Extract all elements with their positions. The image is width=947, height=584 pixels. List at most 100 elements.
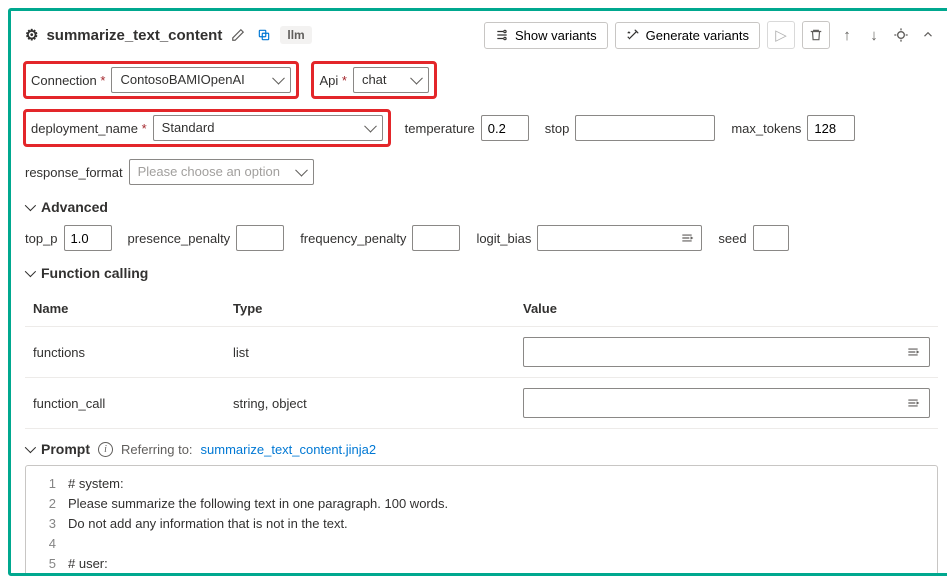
- node-title: summarize_text_content: [46, 27, 222, 44]
- advanced-row: top_p presence_penalty frequency_penalty…: [25, 225, 938, 251]
- seed-field: seed: [718, 225, 788, 251]
- deployment-field: deployment_name * Standard: [25, 111, 389, 145]
- node-header: summarize_text_content llm Show variants…: [25, 21, 938, 49]
- prompt-toggle[interactable]: Prompt: [25, 441, 90, 457]
- advanced-toggle[interactable]: Advanced: [25, 199, 938, 215]
- max-tokens-label: max_tokens: [731, 121, 801, 136]
- fc-type-0: list: [225, 327, 515, 378]
- connection-value: ContosoBAMIOpenAI: [120, 72, 244, 88]
- presence-penalty-field: presence_penalty: [128, 225, 285, 251]
- code-line: Text: {{text}}: [68, 574, 137, 576]
- fc-name-1: function_call: [25, 378, 225, 429]
- expand-editor-icon: [679, 231, 695, 245]
- line-number: 5: [26, 554, 68, 574]
- prompt-title: Prompt: [41, 441, 90, 457]
- table-row: function_call string, object: [25, 378, 938, 429]
- col-value: Value: [515, 291, 938, 327]
- seed-label: seed: [718, 231, 746, 246]
- frequency-penalty-input[interactable]: [412, 225, 460, 251]
- show-variants-label: Show variants: [515, 28, 597, 43]
- line-number: 2: [26, 494, 68, 514]
- response-format-field: response_format Please choose an option: [25, 159, 314, 185]
- copy-icon[interactable]: [254, 25, 274, 45]
- max-tokens-input[interactable]: [807, 115, 855, 141]
- node-panel: summarize_text_content llm Show variants…: [8, 8, 947, 576]
- node-type-icon: [25, 26, 40, 44]
- function-calling-toggle[interactable]: Function calling: [25, 265, 938, 281]
- fc-type-1: string, object: [225, 378, 515, 429]
- deployment-select[interactable]: Standard: [153, 115, 383, 141]
- col-type: Type: [225, 291, 515, 327]
- generate-variants-label: Generate variants: [646, 28, 749, 43]
- expand-editor-icon: [905, 396, 921, 410]
- api-value: chat: [362, 72, 387, 88]
- fc-value-0[interactable]: [523, 337, 930, 367]
- line-number: 4: [26, 534, 68, 554]
- max-tokens-field: max_tokens: [731, 115, 855, 141]
- top-p-field: top_p: [25, 225, 112, 251]
- code-line: Do not add any information that is not i…: [68, 514, 348, 534]
- fc-name-0: functions: [25, 327, 225, 378]
- prompt-file-link[interactable]: summarize_text_content.jinja2: [201, 442, 377, 457]
- response-format-row: response_format Please choose an option: [25, 159, 938, 185]
- stop-label: stop: [545, 121, 570, 136]
- node-title-area: summarize_text_content llm: [25, 25, 312, 45]
- function-calling-title: Function calling: [41, 265, 148, 281]
- presence-penalty-label: presence_penalty: [128, 231, 231, 246]
- connection-field: Connection * ContosoBAMIOpenAI: [25, 63, 297, 97]
- collapse-panel-icon[interactable]: [918, 25, 938, 45]
- advanced-title: Advanced: [41, 199, 108, 215]
- line-number: 3: [26, 514, 68, 534]
- temperature-input[interactable]: [481, 115, 529, 141]
- response-format-placeholder: Please choose an option: [138, 164, 280, 180]
- locate-icon[interactable]: [891, 25, 911, 45]
- info-icon[interactable]: i: [98, 442, 113, 457]
- frequency-penalty-label: frequency_penalty: [300, 231, 406, 246]
- table-row: functions list: [25, 327, 938, 378]
- connection-select[interactable]: ContosoBAMIOpenAI: [111, 67, 291, 93]
- chevron-down-icon: [25, 266, 36, 277]
- stop-field: stop: [545, 115, 716, 141]
- logit-bias-field: logit_bias: [476, 225, 702, 251]
- deployment-row: deployment_name * Standard temperature s…: [25, 111, 938, 145]
- api-label: Api *: [319, 73, 346, 88]
- top-p-label: top_p: [25, 231, 58, 246]
- line-number: 1: [26, 474, 68, 494]
- connection-row: Connection * ContosoBAMIOpenAI Api * cha…: [25, 63, 938, 97]
- code-line: # system:: [68, 474, 124, 494]
- show-variants-button[interactable]: Show variants: [484, 22, 608, 49]
- prompt-header: Prompt i Referring to: summarize_text_co…: [25, 441, 938, 457]
- logit-bias-input[interactable]: [537, 225, 702, 251]
- delete-node-button[interactable]: [802, 21, 830, 49]
- code-line: # user:: [68, 554, 108, 574]
- line-number: 6: [26, 574, 68, 576]
- response-format-label: response_format: [25, 165, 123, 180]
- col-name: Name: [25, 291, 225, 327]
- seed-input[interactable]: [753, 225, 789, 251]
- frequency-penalty-field: frequency_penalty: [300, 225, 460, 251]
- response-format-select[interactable]: Please choose an option: [129, 159, 314, 185]
- referring-label: Referring to:: [121, 442, 193, 457]
- code-line: Please summarize the following text in o…: [68, 494, 448, 514]
- run-node-button[interactable]: ▷: [767, 21, 795, 49]
- prompt-editor[interactable]: 1# system: 2Please summarize the followi…: [25, 465, 938, 576]
- move-down-icon[interactable]: ↓: [864, 25, 884, 45]
- api-field: Api * chat: [313, 63, 434, 97]
- chevron-down-icon: [25, 200, 36, 211]
- temperature-label: temperature: [405, 121, 475, 136]
- top-p-input[interactable]: [64, 225, 112, 251]
- connection-label: Connection *: [31, 73, 105, 88]
- node-type-tag: llm: [280, 26, 311, 44]
- fc-value-1[interactable]: [523, 388, 930, 418]
- chevron-down-icon: [25, 442, 36, 453]
- presence-penalty-input[interactable]: [236, 225, 284, 251]
- api-select[interactable]: chat: [353, 67, 429, 93]
- temperature-field: temperature: [405, 115, 529, 141]
- move-up-icon[interactable]: ↑: [837, 25, 857, 45]
- stop-input[interactable]: [575, 115, 715, 141]
- deployment-value: Standard: [162, 120, 215, 136]
- edit-title-icon[interactable]: [228, 25, 248, 45]
- generate-variants-button[interactable]: Generate variants: [615, 22, 760, 49]
- deployment-label: deployment_name *: [31, 121, 147, 136]
- logit-bias-label: logit_bias: [476, 231, 531, 246]
